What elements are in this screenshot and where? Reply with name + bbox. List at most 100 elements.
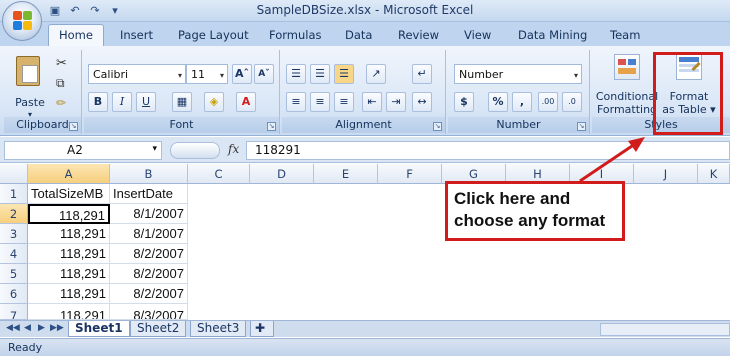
font-name-select[interactable]: Calibri ▾ (88, 64, 186, 84)
font-color-icon[interactable]: A (236, 92, 256, 112)
chevron-down-icon: ▾ (177, 71, 182, 80)
tab-data[interactable]: Data (345, 28, 372, 42)
cell-b2[interactable]: 8/1/2007 (110, 204, 188, 224)
column-header[interactable]: C (188, 164, 250, 184)
align-top-icon[interactable]: ☰ (286, 64, 306, 84)
status-text: Ready (8, 341, 43, 354)
column-header[interactable]: D (250, 164, 314, 184)
row-header[interactable]: 2 (0, 204, 28, 224)
name-box[interactable]: A2 ▾ (4, 141, 162, 160)
tab-team[interactable]: Team (610, 28, 640, 42)
office-button[interactable] (2, 1, 42, 41)
row-header[interactable]: 1 (0, 184, 28, 204)
column-header[interactable]: E (314, 164, 378, 184)
sheet-tab-sheet1[interactable]: Sheet1 (68, 321, 130, 337)
sheet-tab-sheet2[interactable]: Sheet2 (130, 321, 187, 337)
copy-icon[interactable]: ⧉ (56, 76, 65, 91)
wrap-text-icon[interactable]: ↵ (412, 64, 432, 84)
shrink-font-icon[interactable]: Aˇ (254, 64, 274, 84)
align-right-icon[interactable]: ≡ (334, 92, 354, 112)
cell-b1[interactable]: InsertDate (110, 184, 188, 204)
align-center-icon[interactable]: ≡ (310, 92, 330, 112)
name-box-value: A2 (67, 143, 83, 157)
horizontal-scrollbar[interactable] (600, 323, 730, 336)
cell-b7[interactable]: 8/3/2007 (110, 304, 188, 320)
cell-b3[interactable]: 8/1/2007 (110, 224, 188, 244)
underline-button[interactable]: U (136, 92, 156, 112)
column-header[interactable]: K (698, 164, 730, 184)
cell-b6[interactable]: 8/2/2007 (110, 284, 188, 304)
merge-center-icon[interactable]: ↔ (412, 92, 432, 112)
decrease-indent-icon[interactable]: ⇤ (362, 92, 382, 112)
row-header[interactable]: 6 (0, 284, 28, 304)
row-header[interactable]: 3 (0, 224, 28, 244)
number-launcher-icon[interactable]: ↘ (577, 122, 586, 131)
row-header[interactable]: 5 (0, 264, 28, 284)
column-header[interactable]: A (28, 164, 110, 184)
tab-insert[interactable]: Insert (120, 28, 153, 42)
formula-input[interactable]: 118291 (246, 141, 730, 160)
conditional-label: Conditional (595, 90, 659, 103)
ribbon: Paste ▾ ✂ ⧉ ✏ Clipboard ↘ Calibri ▾ 11 ▾ A… (0, 46, 730, 136)
tab-page-layout[interactable]: Page Layout (178, 28, 249, 42)
align-middle-icon[interactable]: ☰ (310, 64, 330, 84)
align-bottom-icon[interactable]: ☰ (334, 64, 354, 84)
cell-a3[interactable]: 118,291 (28, 224, 110, 244)
office-logo-icon (13, 11, 33, 31)
italic-button[interactable]: I (112, 92, 132, 112)
column-header[interactable]: F (378, 164, 442, 184)
font-name-value: Calibri (93, 68, 129, 81)
borders-icon[interactable]: ▦ (172, 92, 192, 112)
cell-b5[interactable]: 8/2/2007 (110, 264, 188, 284)
alignment-launcher-icon[interactable]: ↘ (433, 122, 442, 131)
cell-a5[interactable]: 118,291 (28, 264, 110, 284)
align-left-icon[interactable]: ≡ (286, 92, 306, 112)
fill-color-icon[interactable]: ◈ (204, 92, 224, 112)
tab-review[interactable]: Review (398, 28, 439, 42)
prev-sheet-icon[interactable]: ◀ (24, 323, 31, 333)
increase-indent-icon[interactable]: ⇥ (386, 92, 406, 112)
clipboard-launcher-icon[interactable]: ↘ (69, 122, 78, 131)
column-header[interactable]: J (634, 164, 698, 184)
number-format-value: Number (459, 68, 504, 81)
title-bar: ▣ ↶ ↷ ▾ SampleDBSize.xlsx - Microsoft Ex… (0, 0, 730, 22)
increase-decimal-button[interactable]: .00 (538, 92, 558, 112)
format-painter-icon[interactable]: ✏ (56, 96, 66, 110)
orientation-icon[interactable]: ↗ (366, 64, 386, 84)
insert-function-button[interactable]: fx (228, 142, 239, 156)
tab-data-mining[interactable]: Data Mining (518, 28, 587, 42)
first-sheet-icon[interactable]: ◀◀ (6, 323, 20, 333)
row-header[interactable]: 7 (0, 304, 28, 320)
cell-a4[interactable]: 118,291 (28, 244, 110, 264)
percent-button[interactable]: % (488, 92, 508, 112)
row-header[interactable]: 4 (0, 244, 28, 264)
format-table-highlight (653, 52, 723, 135)
chevron-down-icon: ▾ (152, 144, 157, 154)
decrease-decimal-button[interactable]: .0 (562, 92, 582, 112)
bold-button[interactable]: B (88, 92, 108, 112)
tab-view[interactable]: View (464, 28, 491, 42)
paste-icon[interactable] (16, 56, 40, 86)
cell-b4[interactable]: 8/2/2007 (110, 244, 188, 264)
sheet-tab-sheet3[interactable]: Sheet3 (190, 321, 247, 337)
font-size-select[interactable]: 11 ▾ (186, 64, 228, 84)
next-sheet-icon[interactable]: ▶ (38, 323, 45, 333)
formula-splitter[interactable] (170, 142, 220, 159)
conditional-formatting-icon[interactable] (614, 54, 640, 80)
select-all-corner[interactable] (0, 164, 28, 184)
cell-a7[interactable]: 118,291 (28, 304, 110, 320)
tab-formulas[interactable]: Formulas (269, 28, 322, 42)
cell-a2[interactable]: 118,291 (28, 204, 110, 224)
column-header[interactable]: B (110, 164, 188, 184)
font-launcher-icon[interactable]: ↘ (267, 122, 276, 131)
tab-home[interactable]: Home (48, 24, 104, 46)
cut-icon[interactable]: ✂ (56, 56, 67, 71)
currency-button[interactable]: $ (454, 92, 474, 112)
cell-a1[interactable]: TotalSizeMB (28, 184, 110, 204)
grow-font-icon[interactable]: Aˆ (232, 64, 252, 84)
insert-sheet-icon[interactable]: ✚ (250, 321, 274, 337)
number-format-select[interactable]: Number ▾ (454, 64, 582, 84)
cell-a6[interactable]: 118,291 (28, 284, 110, 304)
last-sheet-icon[interactable]: ▶▶ (50, 323, 64, 333)
comma-button[interactable]: , (512, 92, 532, 112)
